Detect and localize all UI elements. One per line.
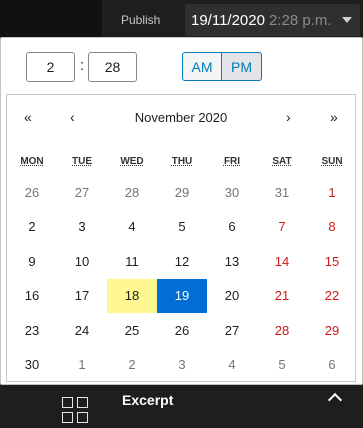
weekday-label: THU — [157, 156, 207, 167]
weekday-abbr: TUE — [72, 156, 92, 167]
am-pm-toggle: AM PM — [182, 52, 262, 81]
day-selected[interactable]: 19 — [157, 278, 207, 313]
calendar-day[interactable]: 27 — [57, 175, 107, 210]
calendar-day[interactable]: 2 — [7, 210, 57, 245]
date-time-picker-popover: : AM PM « ‹ November 2020 › » MONTUEWEDT… — [0, 37, 363, 385]
am-button[interactable]: AM — [182, 52, 222, 81]
calendar-day[interactable]: 26 — [7, 175, 57, 210]
calendar-day[interactable]: 7 — [257, 210, 307, 245]
weekday-header: MON TUE WED THU FRI SAT SUN — [7, 156, 355, 167]
calendar-day[interactable]: 11 — [107, 244, 157, 279]
pm-button[interactable]: PM — [222, 52, 262, 81]
weekday-label: SUN — [307, 156, 357, 167]
caret-down-icon — [342, 17, 352, 23]
day-today[interactable]: 18 — [107, 278, 157, 313]
calendar-day[interactable]: 16 — [7, 279, 57, 314]
calendar-day[interactable]: 29 — [157, 175, 207, 210]
calendar-day[interactable]: 1 — [307, 175, 357, 210]
excerpt-label: Excerpt — [122, 392, 174, 408]
weekday-label: TUE — [57, 156, 107, 167]
weekday-label: WED — [107, 156, 157, 167]
minute-input[interactable] — [88, 52, 137, 82]
calendar-day[interactable]: 2 — [107, 348, 157, 383]
grid-icon-cell — [77, 397, 88, 408]
calendar-day[interactable]: 12 — [157, 244, 207, 279]
calendar-day[interactable]: 6 — [307, 348, 357, 383]
calendar-day[interactable]: 10 — [57, 244, 107, 279]
calendar-day[interactable]: 3 — [157, 348, 207, 383]
calendar-day[interactable]: 26 — [157, 313, 207, 348]
calendar-day[interactable]: 22 — [307, 279, 357, 314]
calendar-day[interactable]: 5 — [257, 348, 307, 383]
grid-icon-cell — [62, 397, 73, 408]
calendar-day[interactable]: 28 — [257, 313, 307, 348]
calendar-day[interactable]: 13 — [207, 244, 257, 279]
calendar-day[interactable]: 4 — [107, 210, 157, 245]
weekday-abbr: WED — [120, 156, 144, 167]
publish-time-value: 2:28 p.m. — [268, 11, 332, 29]
weekday-label: SAT — [257, 156, 307, 167]
time-separator: : — [80, 57, 85, 74]
day-grid: 26 27 28 29 30 31 1 2 3 4 5 6 7 8 9 10 11 12 13 14 15 16 17 18 1… — [7, 175, 355, 382]
grid-icon-cell — [62, 412, 73, 423]
calendar-day[interactable]: 14 — [257, 244, 307, 279]
calendar-day[interactable]: 6 — [207, 210, 257, 245]
calendar-day[interactable]: 24 — [57, 313, 107, 348]
calendar-day[interactable]: 27 — [207, 313, 257, 348]
calendar-day[interactable]: 15 — [307, 244, 357, 279]
weekday-abbr: MON — [20, 156, 44, 167]
calendar: « ‹ November 2020 › » MON TUE WED THU FRI SAT… — [6, 94, 356, 382]
calendar-day[interactable]: 29 — [307, 313, 357, 348]
month-title: November 2020 — [134, 110, 228, 125]
publish-date-button[interactable]: 19/11/2020 2:28 p.m. — [185, 4, 360, 36]
grid-icon-cell — [77, 412, 88, 423]
weekday-abbr: FRI — [223, 156, 241, 167]
calendar-day[interactable]: 31 — [257, 175, 307, 210]
calendar-day[interactable]: 30 — [207, 175, 257, 210]
calendar-day[interactable]: 3 — [57, 210, 107, 245]
calendar-day[interactable]: 23 — [7, 313, 57, 348]
weekday-abbr: SUN — [321, 156, 343, 167]
calendar-day[interactable]: 9 — [7, 244, 57, 279]
calendar-day[interactable]: 17 — [57, 279, 107, 314]
calendar-day[interactable]: 28 — [107, 175, 157, 210]
calendar-day[interactable]: 1 — [57, 348, 107, 383]
weekday-label: MON — [7, 156, 57, 167]
hour-input[interactable] — [26, 52, 75, 82]
calendar-day[interactable]: 20 — [207, 279, 257, 314]
weekday-abbr: THU — [171, 156, 193, 167]
calendar-day[interactable]: 30 — [7, 348, 57, 383]
calendar-day[interactable]: 8 — [307, 210, 357, 245]
publish-label: Publish — [121, 13, 161, 27]
weekday-label: FRI — [207, 156, 257, 167]
weekday-abbr: SAT — [272, 156, 292, 167]
excerpt-panel-header[interactable] — [0, 382, 363, 428]
calendar-day[interactable]: 4 — [207, 348, 257, 383]
next-year-button[interactable]: » — [330, 109, 338, 125]
calendar-day[interactable]: 21 — [257, 279, 307, 314]
calendar-day[interactable]: 5 — [157, 210, 207, 245]
publish-date-value: 19/11/2020 — [191, 11, 265, 29]
calendar-day[interactable]: 25 — [107, 313, 157, 348]
grid-icon[interactable] — [62, 397, 88, 423]
next-month-button[interactable]: › — [286, 109, 291, 125]
